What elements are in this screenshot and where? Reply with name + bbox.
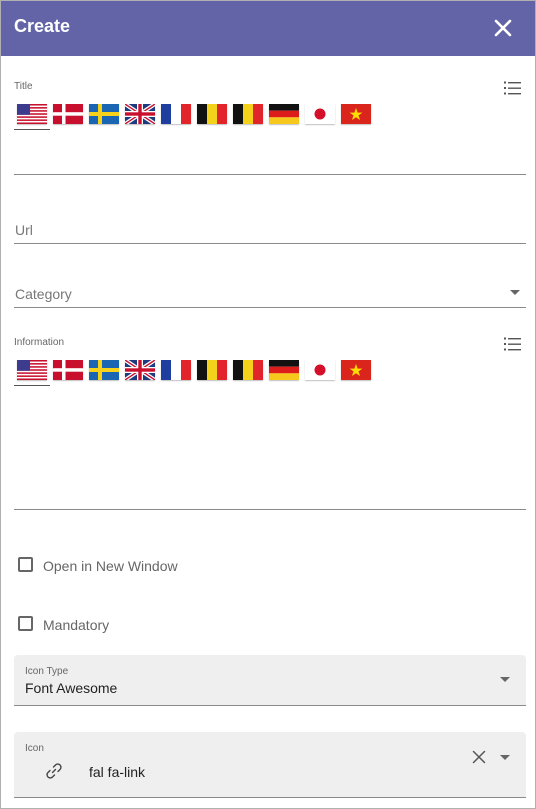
icon-value: fal fa-link xyxy=(89,764,146,780)
flag-fr-icon[interactable] xyxy=(161,104,191,124)
flag-vn-icon[interactable] xyxy=(341,360,371,380)
icon-underline xyxy=(14,797,526,798)
flag-us-icon[interactable] xyxy=(17,104,47,124)
chevron-down-icon[interactable] xyxy=(510,290,520,295)
mandatory-checkbox[interactable] xyxy=(18,616,33,631)
flag-de-icon[interactable] xyxy=(269,360,299,380)
close-icon[interactable] xyxy=(489,14,517,42)
flag-se-icon[interactable] xyxy=(89,360,119,380)
icon-type-label: Icon Type xyxy=(25,666,69,677)
active-language-indicator xyxy=(14,129,50,130)
information-language-flags xyxy=(17,360,377,380)
icon-type-value: Font Awesome xyxy=(25,680,118,696)
flag-jp-icon[interactable] xyxy=(305,104,335,124)
dialog-title: Create xyxy=(14,16,71,36)
clear-icon[interactable] xyxy=(470,748,488,766)
flag-dk-icon[interactable] xyxy=(53,104,83,124)
create-dialog: Create Title Url Category Information Op… xyxy=(0,0,536,809)
icon-label: Icon xyxy=(25,743,44,754)
flag-vn-icon[interactable] xyxy=(341,104,371,124)
active-language-indicator xyxy=(14,385,50,386)
icon-type-select[interactable]: Icon Type Font Awesome xyxy=(14,655,526,706)
information-label: Information xyxy=(14,337,65,348)
category-select[interactable]: Category xyxy=(15,286,72,302)
url-input-underline xyxy=(14,243,526,244)
flag-se-icon[interactable] xyxy=(89,104,119,124)
chevron-down-icon[interactable] xyxy=(500,755,510,760)
flag-de-icon[interactable] xyxy=(269,104,299,124)
title-label: Title xyxy=(14,81,33,92)
flag-us-icon[interactable] xyxy=(17,360,47,380)
flag-be-icon[interactable] xyxy=(233,360,263,380)
mandatory-label: Mandatory xyxy=(43,617,110,633)
flag-gb-icon[interactable] xyxy=(125,104,155,124)
flag-dk-icon[interactable] xyxy=(53,360,83,380)
url-input[interactable]: Url xyxy=(15,222,33,238)
flag-fr-icon[interactable] xyxy=(161,360,191,380)
chevron-down-icon[interactable] xyxy=(500,677,510,682)
flag-be-icon[interactable] xyxy=(233,104,263,124)
icon-type-underline xyxy=(14,705,526,706)
flag-gb-icon[interactable] xyxy=(125,360,155,380)
flag-be-icon[interactable] xyxy=(197,104,227,124)
title-input-underline[interactable] xyxy=(14,174,526,175)
list-icon[interactable] xyxy=(503,336,523,352)
flag-jp-icon[interactable] xyxy=(305,360,335,380)
flag-be-icon[interactable] xyxy=(197,360,227,380)
link-icon xyxy=(44,761,64,781)
information-textarea-underline[interactable] xyxy=(14,509,526,510)
dialog-header: Create xyxy=(1,1,535,56)
icon-select[interactable]: Icon fal fa-link xyxy=(14,732,526,798)
category-select-underline xyxy=(14,307,526,308)
open-in-new-window-checkbox[interactable] xyxy=(18,557,33,572)
list-icon[interactable] xyxy=(503,80,523,96)
open-in-new-window-label: Open in New Window xyxy=(43,558,178,574)
title-language-flags xyxy=(17,104,377,124)
